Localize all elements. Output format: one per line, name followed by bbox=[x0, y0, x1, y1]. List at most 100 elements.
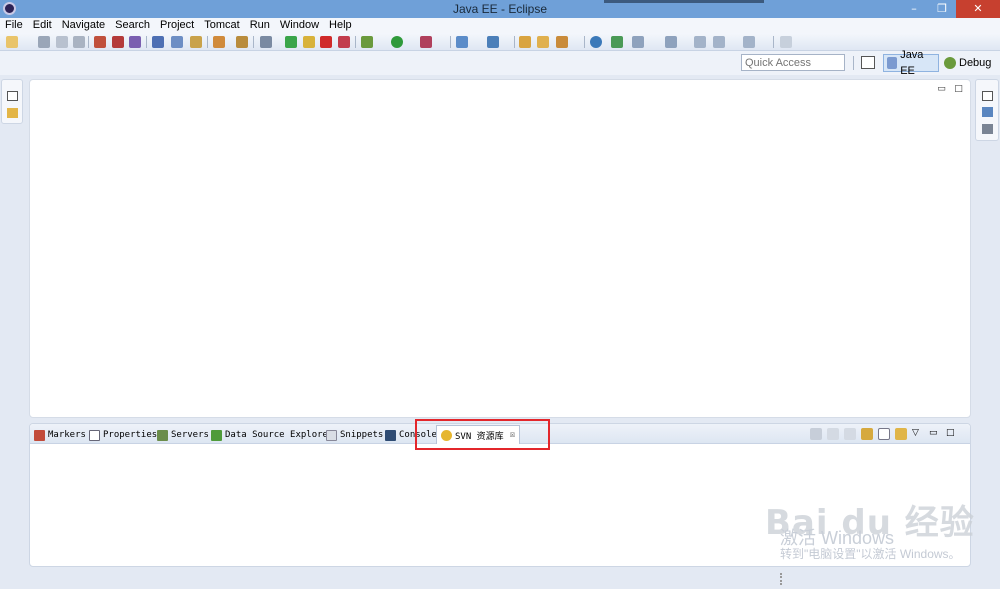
right-trim-stack bbox=[975, 79, 999, 141]
menu-file[interactable]: File bbox=[5, 18, 23, 33]
properties-icon bbox=[89, 429, 100, 441]
tab-label: Servers bbox=[171, 430, 209, 440]
restore-view-icon[interactable] bbox=[982, 91, 993, 101]
toolbar-separator bbox=[207, 36, 208, 48]
pin-editor-icon[interactable] bbox=[780, 36, 792, 48]
maximize-view-icon[interactable]: □ bbox=[946, 428, 958, 440]
menu-project[interactable]: Project bbox=[160, 18, 194, 33]
forward-icon[interactable] bbox=[844, 428, 856, 440]
snippets-icon bbox=[326, 429, 337, 441]
back-icon[interactable] bbox=[827, 428, 839, 440]
server-start-icon[interactable] bbox=[94, 36, 106, 48]
perspective-debug[interactable]: Debug bbox=[941, 54, 999, 72]
quick-access-input[interactable] bbox=[741, 54, 845, 71]
menu-help[interactable]: Help bbox=[329, 18, 352, 33]
tab-servers[interactable]: Servers bbox=[157, 427, 209, 443]
open-perspective-icon[interactable] bbox=[861, 56, 875, 69]
save-all-icon[interactable] bbox=[56, 36, 68, 48]
step-icon[interactable] bbox=[190, 36, 202, 48]
toolbar-separator bbox=[584, 36, 585, 48]
step-over-icon[interactable] bbox=[236, 36, 248, 48]
tab-markers[interactable]: Markers bbox=[34, 427, 86, 443]
web-browser-icon[interactable] bbox=[590, 36, 602, 48]
toolbar-separator bbox=[88, 36, 89, 48]
save-icon[interactable] bbox=[38, 36, 50, 48]
toolbar-separator bbox=[146, 36, 147, 48]
markers-icon bbox=[34, 429, 45, 441]
minimize-editor-icon[interactable]: ▭ bbox=[936, 84, 947, 94]
drop-frame-icon[interactable] bbox=[260, 36, 272, 48]
editor-area[interactable]: ▭ □ bbox=[29, 79, 971, 418]
debug-tool-icon[interactable] bbox=[152, 36, 164, 48]
project-explorer-icon[interactable] bbox=[7, 108, 18, 118]
minimize-button[interactable]: – bbox=[900, 0, 928, 18]
window-controls: – ❐ ✕ bbox=[900, 0, 1000, 18]
left-trim-stack bbox=[1, 79, 23, 124]
debug-icon[interactable] bbox=[361, 36, 373, 48]
new-icon[interactable] bbox=[6, 36, 18, 48]
run-icon[interactable] bbox=[391, 36, 403, 48]
terminate-icon[interactable] bbox=[320, 36, 332, 48]
outline-icon[interactable] bbox=[982, 107, 993, 117]
tab-data-source-explorer[interactable]: Data Source Explorer bbox=[211, 427, 333, 443]
restore-button[interactable]: ❐ bbox=[928, 0, 956, 18]
open-resource-icon[interactable] bbox=[537, 36, 549, 48]
resume-icon[interactable] bbox=[285, 36, 297, 48]
forward-icon[interactable] bbox=[743, 36, 755, 48]
svn-tab-highlight bbox=[415, 419, 550, 450]
main-toolbar bbox=[0, 33, 1000, 51]
tab-properties[interactable]: Properties bbox=[89, 427, 157, 443]
close-button[interactable]: ✕ bbox=[956, 0, 1000, 18]
perspective-java-ee[interactable]: Java EE bbox=[883, 49, 939, 77]
collapse-all-icon[interactable] bbox=[878, 428, 890, 440]
last-edit-icon[interactable] bbox=[694, 36, 706, 48]
disconnect-icon[interactable] bbox=[338, 36, 350, 48]
server-stop-icon[interactable] bbox=[112, 36, 124, 48]
refresh-icon[interactable] bbox=[861, 428, 873, 440]
servers-icon bbox=[157, 429, 168, 441]
perspective-separator bbox=[853, 56, 854, 70]
skip-breakpoints-icon[interactable] bbox=[171, 36, 183, 48]
editor-controls: ▭ □ bbox=[936, 84, 964, 94]
prev-annotation-icon[interactable] bbox=[665, 36, 677, 48]
back-icon[interactable] bbox=[713, 36, 725, 48]
tab-snippets[interactable]: Snippets bbox=[326, 427, 383, 443]
java-ee-icon bbox=[887, 57, 898, 69]
perspective-debug-label: Debug bbox=[959, 57, 992, 69]
restore-view-icon[interactable] bbox=[7, 91, 18, 101]
status-bar-grip bbox=[780, 573, 783, 585]
new-java-project-icon[interactable] bbox=[456, 36, 468, 48]
tab-label: Data Source Explorer bbox=[225, 430, 334, 440]
new-repository-icon[interactable] bbox=[895, 428, 907, 440]
menu-search[interactable]: Search bbox=[115, 18, 150, 33]
external-tools-icon[interactable] bbox=[420, 36, 432, 48]
perspective-bar: Java EE Debug bbox=[0, 49, 1000, 77]
tab-label: Properties bbox=[103, 430, 158, 440]
tab-label: Markers bbox=[48, 430, 86, 440]
maximize-editor-icon[interactable]: □ bbox=[953, 84, 964, 94]
menu-navigate[interactable]: Navigate bbox=[62, 18, 105, 33]
search-tool-icon[interactable] bbox=[556, 36, 568, 48]
print-icon[interactable] bbox=[73, 36, 85, 48]
minimize-view-icon[interactable]: ▭ bbox=[929, 428, 941, 440]
toolbar-separator bbox=[450, 36, 451, 48]
suspend-icon[interactable] bbox=[303, 36, 315, 48]
debug-perspective-icon bbox=[944, 57, 956, 69]
menu-window[interactable]: Window bbox=[280, 18, 319, 33]
open-type-icon[interactable] bbox=[519, 36, 531, 48]
next-annotation-icon[interactable] bbox=[632, 36, 644, 48]
activate-windows-subtext: 转到"电脑设置"以激活 Windows。 bbox=[780, 547, 961, 561]
step-into-icon[interactable] bbox=[213, 36, 225, 48]
home-icon[interactable] bbox=[810, 428, 822, 440]
menu-tomcat[interactable]: Tomcat bbox=[204, 18, 239, 33]
task-list-icon[interactable] bbox=[982, 124, 993, 134]
view-menu-icon[interactable]: ▽ bbox=[912, 428, 924, 440]
toolbar-separator bbox=[253, 36, 254, 48]
menu-run[interactable]: Run bbox=[250, 18, 270, 33]
annotation-icon[interactable] bbox=[611, 36, 623, 48]
server-restart-icon[interactable] bbox=[129, 36, 141, 48]
window-title: Java EE - Eclipse bbox=[452, 2, 548, 16]
new-class-icon[interactable] bbox=[487, 36, 499, 48]
title-bar: Java EE - Eclipse – ❐ ✕ bbox=[0, 0, 1000, 18]
menu-edit[interactable]: Edit bbox=[33, 18, 52, 33]
